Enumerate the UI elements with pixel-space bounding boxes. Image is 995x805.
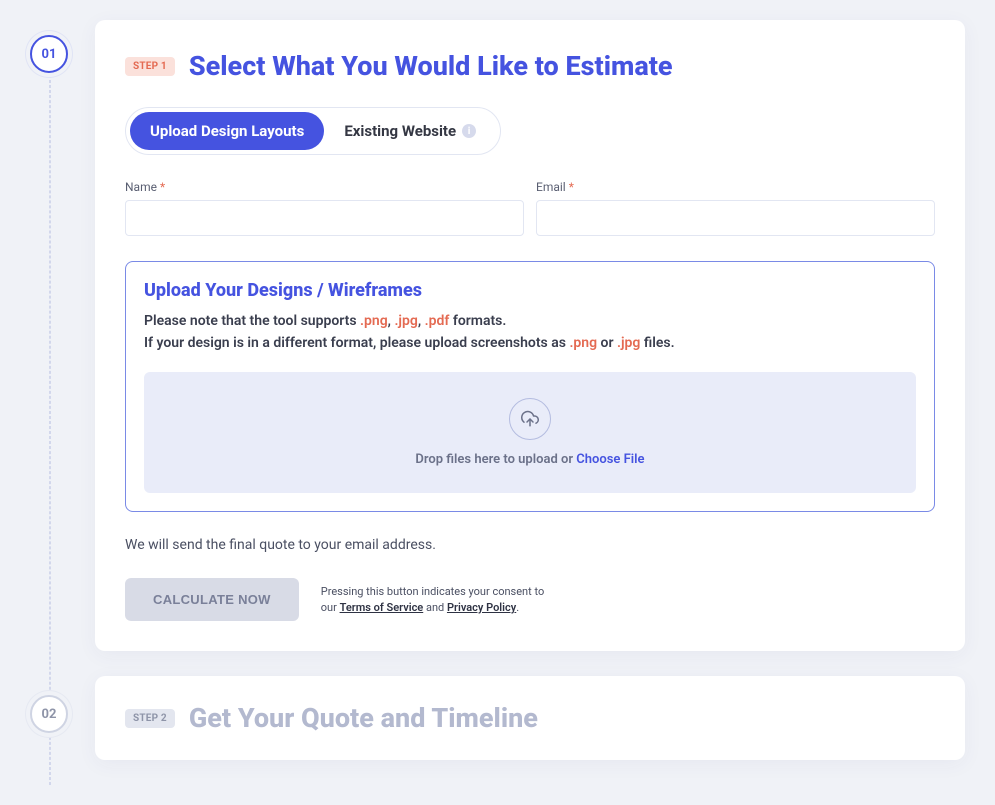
- cloud-upload-icon: [509, 398, 551, 440]
- step2-card: STEP 2 Get Your Quote and Timeline: [95, 676, 965, 760]
- step1-badge: STEP 1: [125, 57, 175, 76]
- choose-file-link[interactable]: Choose File: [576, 452, 644, 467]
- tab-label: Existing Website: [344, 122, 456, 140]
- step1-title: Select What You Would Like to Estimate: [189, 50, 673, 82]
- step-rail: 01 02: [30, 20, 70, 785]
- upload-panel-title: Upload Your Designs / Wireframes: [144, 280, 916, 301]
- dropzone-text: Drop files here to upload or Choose File: [170, 452, 890, 467]
- tab-upload-design[interactable]: Upload Design Layouts: [130, 112, 324, 150]
- terms-of-service-link[interactable]: Terms of Service: [340, 601, 424, 614]
- upload-format-note: Please note that the tool supports .png,…: [144, 311, 916, 354]
- email-quote-note: We will send the final quote to your ema…: [125, 537, 935, 553]
- step1-header: STEP 1 Select What You Would Like to Est…: [125, 50, 935, 82]
- step2-title: Get Your Quote and Timeline: [189, 702, 538, 734]
- estimate-mode-tabs: Upload Design Layouts Existing Website i: [125, 107, 501, 155]
- name-input[interactable]: [125, 200, 524, 236]
- email-label: Email *: [536, 180, 935, 194]
- calculate-now-button[interactable]: CALCULATE NOW: [125, 578, 299, 621]
- name-label: Name *: [125, 180, 524, 194]
- email-input[interactable]: [536, 200, 935, 236]
- tab-existing-website[interactable]: Existing Website i: [324, 112, 496, 150]
- tab-label: Upload Design Layouts: [150, 122, 304, 140]
- info-icon: i: [462, 124, 476, 138]
- consent-text: Pressing this button indicates your cons…: [321, 584, 561, 616]
- upload-panel: Upload Your Designs / Wireframes Please …: [125, 261, 935, 512]
- step-indicator-2: 02: [30, 695, 68, 733]
- step2-badge: STEP 2: [125, 709, 175, 728]
- step-indicator-1: 01: [30, 35, 68, 73]
- privacy-policy-link[interactable]: Privacy Policy: [447, 601, 516, 614]
- step1-card: STEP 1 Select What You Would Like to Est…: [95, 20, 965, 651]
- file-dropzone[interactable]: Drop files here to upload or Choose File: [144, 372, 916, 493]
